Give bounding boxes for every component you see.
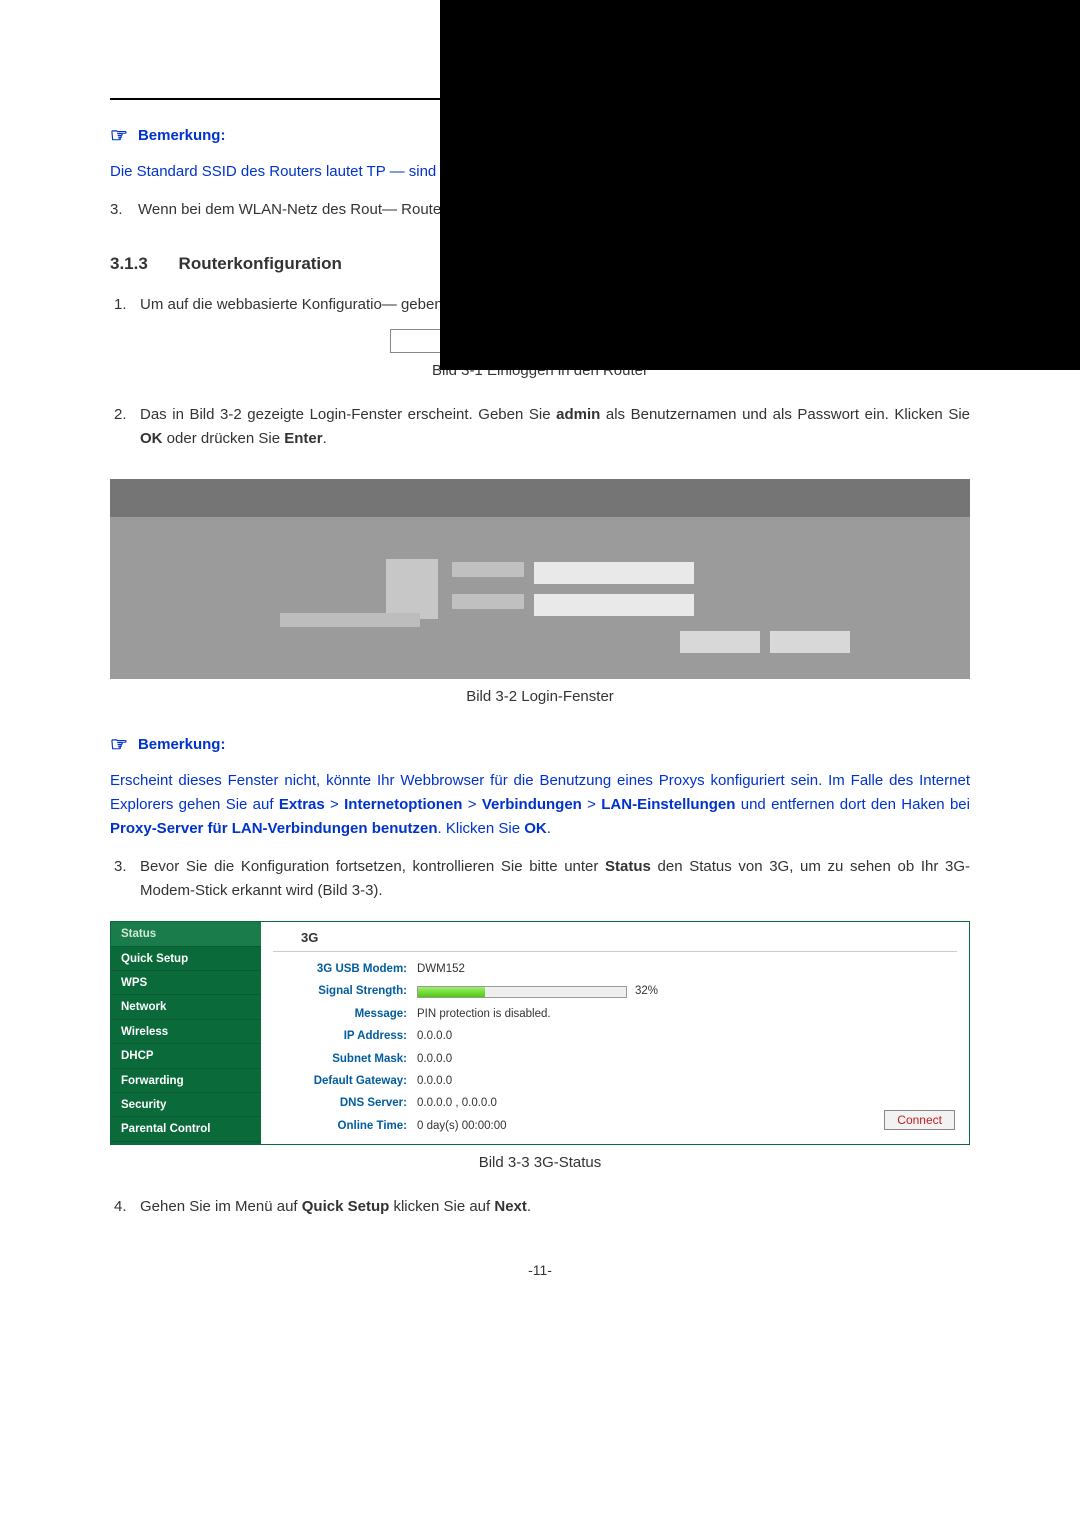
bold-verbindungen: Verbindungen	[482, 796, 582, 813]
sidebar-item-status[interactable]: Status	[111, 922, 261, 946]
status-panel-title: 3G	[273, 928, 957, 949]
login-username-label-placeholder	[452, 562, 524, 577]
section-number: 3.1.3	[110, 254, 148, 273]
step-4-text-a: Gehen Sie im Menü auf	[140, 1198, 302, 1215]
step-4-text-b: klicken Sie auf	[389, 1198, 494, 1215]
note-2-heading: Bemerkung:	[138, 733, 226, 757]
page-number: -11-	[110, 1259, 970, 1281]
label-subnet-mask: Subnet Mask:	[277, 1050, 417, 1068]
login-password-input-placeholder	[534, 594, 694, 616]
login-username-input-placeholder	[534, 562, 694, 584]
label-usb-modem: 3G USB Modem:	[277, 960, 417, 978]
step-3-text-a: Bevor Sie die Konfiguration fortsetzen, …	[140, 858, 605, 875]
login-titlebar-placeholder	[110, 479, 970, 517]
gt-1: >	[325, 796, 344, 813]
step-number: 1.	[114, 293, 140, 317]
note-2-body-d: .	[547, 820, 551, 837]
value-message: PIN protection is disabled.	[417, 1005, 957, 1023]
step-text: Gehen Sie im Menü auf Quick Setup klicke…	[140, 1195, 970, 1219]
gt-3: >	[582, 796, 601, 813]
pointing-hand-icon: ☞	[110, 120, 128, 152]
sidebar-item-security[interactable]: Security	[111, 1093, 261, 1117]
bold-admin: admin	[556, 406, 600, 423]
login-avatar-placeholder	[386, 559, 438, 619]
gt-2: >	[462, 796, 481, 813]
step-2-text-d: .	[323, 430, 327, 447]
bold-internetoptionen: Internetoptionen	[344, 796, 462, 813]
sidebar-item-dhcp[interactable]: DHCP	[111, 1044, 261, 1068]
sidebar-item-wps[interactable]: WPS	[111, 971, 261, 995]
list-number: 3.	[110, 198, 138, 222]
note-2-body: Erscheint dieses Fenster nicht, könnte I…	[110, 769, 970, 841]
bold-enter: Enter	[284, 430, 322, 447]
label-ip-address: IP Address:	[277, 1027, 417, 1045]
note-2-header: ☞ Bemerkung:	[110, 729, 970, 761]
step-text: Das in Bild 3-2 gezeigte Login-Fenster e…	[140, 403, 970, 451]
figure-caption-3: Bild 3-3 3G-Status	[110, 1151, 970, 1175]
step-4-text-c: .	[527, 1198, 531, 1215]
step-4: 4. Gehen Sie im Menü auf Quick Setup kli…	[110, 1195, 970, 1219]
value-online-time: 0 day(s) 00:00:00	[417, 1117, 957, 1135]
note-2-body-c: . Klicken Sie	[438, 820, 525, 837]
login-window-figure	[110, 479, 970, 679]
step-text: Bevor Sie die Konfiguration fortsetzen, …	[140, 855, 970, 903]
bold-ok: OK	[140, 430, 163, 447]
bold-ok-2: OK	[524, 820, 547, 837]
occlusion-overlay	[440, 0, 1080, 370]
bold-quick-setup: Quick Setup	[302, 1198, 390, 1215]
sidebar-item-access-control[interactable]: Access Control	[111, 1142, 261, 1145]
sidebar-item-wireless[interactable]: Wireless	[111, 1020, 261, 1044]
signal-strength-fill	[418, 987, 485, 997]
login-password-label-placeholder	[452, 594, 524, 609]
label-online-time: Online Time:	[277, 1117, 417, 1135]
signal-strength-bar	[417, 986, 627, 998]
value-dns-server: 0.0.0.0 , 0.0.0.0	[417, 1094, 957, 1112]
label-signal-strength: Signal Strength:	[277, 982, 417, 1000]
signal-strength-percent: 32%	[635, 982, 658, 1000]
step-2-text-b: als Benutzernamen und als Passwort ein. …	[600, 406, 970, 423]
step-2: 2. Das in Bild 3-2 gezeigte Login-Fenste…	[110, 403, 970, 451]
status-figure: Status Quick Setup WPS Network Wireless …	[110, 921, 970, 1145]
note-1-heading: Bemerkung:	[138, 124, 226, 148]
value-default-gateway: 0.0.0.0	[417, 1072, 957, 1090]
step-2-text-a: Das in Bild 3-2 gezeigte Login-Fenster e…	[140, 406, 556, 423]
login-cancel-button-placeholder	[770, 631, 850, 653]
step-2-text-c: oder drücken Sie	[163, 430, 285, 447]
step-number: 2.	[114, 403, 140, 451]
bold-status: Status	[605, 858, 651, 875]
router-sidebar: Status Quick Setup WPS Network Wireless …	[111, 922, 261, 1144]
sidebar-item-forwarding[interactable]: Forwarding	[111, 1069, 261, 1093]
pointing-hand-icon: ☞	[110, 729, 128, 761]
sidebar-item-quick-setup[interactable]: Quick Setup	[111, 947, 261, 971]
label-dns-server: DNS Server:	[277, 1094, 417, 1112]
section-title: Routerkonfiguration	[179, 254, 342, 273]
label-message: Message:	[277, 1005, 417, 1023]
step-number: 4.	[114, 1195, 140, 1219]
login-ok-button-placeholder	[680, 631, 760, 653]
bold-next: Next	[494, 1198, 527, 1215]
value-usb-modem: DWM152	[417, 960, 957, 978]
note-2-body-b: und entfernen dort den Haken bei	[735, 796, 970, 813]
connect-button[interactable]: Connect	[884, 1110, 955, 1130]
sidebar-item-network[interactable]: Network	[111, 995, 261, 1019]
step-3: 3. Bevor Sie die Konfiguration fortsetze…	[110, 855, 970, 903]
value-subnet-mask: 0.0.0.0	[417, 1050, 957, 1068]
sidebar-item-parental-control[interactable]: Parental Control	[111, 1117, 261, 1141]
step-number: 3.	[114, 855, 140, 903]
bold-lan-einstellungen: LAN-Einstellungen	[601, 796, 735, 813]
label-default-gateway: Default Gateway:	[277, 1072, 417, 1090]
login-remember-placeholder	[280, 613, 420, 627]
bold-proxy: Proxy-Server für LAN-Verbindungen benutz…	[110, 820, 438, 837]
status-main-panel: 3G 3G USB Modem: DWM152 Signal Strength:…	[261, 922, 969, 1144]
figure-caption-2: Bild 3-2 Login-Fenster	[110, 685, 970, 709]
value-ip-address: 0.0.0.0	[417, 1027, 957, 1045]
bold-extras: Extras	[279, 796, 325, 813]
